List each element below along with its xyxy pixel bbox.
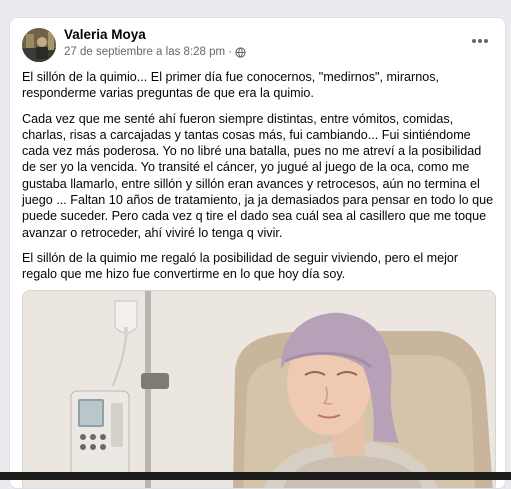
- post-card: Valeria Moya 27 de septiembre a las 8:28…: [9, 17, 506, 489]
- post-paragraph-1: El sillón de la quimio... El primer día …: [22, 70, 440, 101]
- bottom-edge-bar: [0, 472, 511, 480]
- post-date[interactable]: 27 de septiembre a las 8:28 pm: [64, 46, 225, 58]
- post-paragraph-2: Cada vez que me senté ahí fueron siempre…: [22, 111, 494, 240]
- post-text: El sillón de la quimio... El primer día …: [22, 69, 494, 292]
- post-paragraph-3: El sillón de la quimio me regaló la posi…: [22, 250, 459, 282]
- globe-icon: [235, 46, 246, 58]
- author-name[interactable]: Valeria Moya: [64, 27, 146, 42]
- post-meta: 27 de septiembre a las 8:28 pm ·: [64, 46, 246, 58]
- post-photo[interactable]: [22, 290, 496, 488]
- author-avatar[interactable]: [22, 28, 56, 62]
- meta-separator: ·: [228, 46, 232, 58]
- more-options-icon[interactable]: [469, 34, 491, 48]
